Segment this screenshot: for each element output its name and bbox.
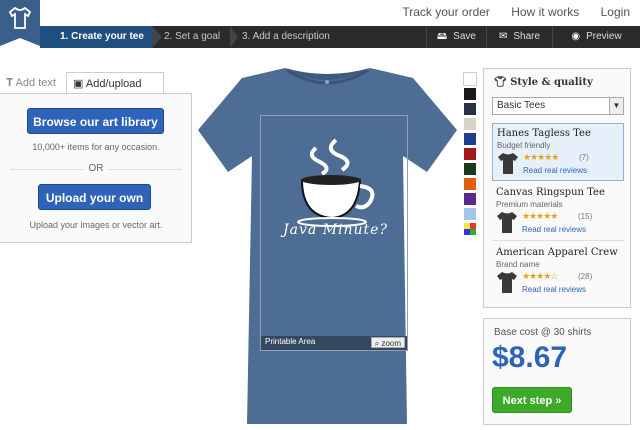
share-button[interactable]: ✉ Share — [486, 26, 552, 48]
step-description[interactable]: 3. Add a description — [230, 26, 330, 48]
top-nav: Track your order How it works Login — [0, 0, 640, 46]
read-reviews-link[interactable]: Read real reviews — [523, 166, 587, 175]
price: $8.67 — [492, 341, 568, 374]
logo[interactable] — [0, 0, 40, 46]
color-swatch[interactable] — [463, 132, 477, 146]
color-swatch[interactable] — [463, 102, 477, 116]
review-count: (15) — [578, 212, 593, 221]
rating-stars: ★★★★☆ — [522, 271, 558, 281]
review-count: (28) — [578, 272, 593, 281]
chevron-down-icon: ▼ — [609, 98, 623, 114]
tshirt-logo-icon — [8, 6, 32, 29]
zoom-button[interactable]: ⌕ zoom — [370, 337, 405, 348]
text-icon: 𝐓 — [6, 77, 14, 89]
printable-area-label: Printable Area — [265, 337, 316, 346]
mail-icon: ✉ — [498, 31, 508, 42]
tee-thumbnail-icon — [497, 212, 517, 233]
design-text[interactable]: Java Minute? — [268, 222, 403, 238]
browse-art-library-button[interactable]: Browse our art library — [27, 108, 164, 134]
base-cost-label: Base cost @ 30 shirts — [494, 327, 592, 338]
style-panel: 👕︎ Style & quality Basic Tees ▼ Hanes Ta… — [483, 68, 631, 308]
color-swatch[interactable] — [463, 72, 477, 86]
or-label: OR — [85, 163, 107, 174]
cost-panel: Base cost @ 30 shirts $8.67 Next step » — [483, 318, 631, 425]
rating-stars: ★★★★★ — [522, 211, 558, 221]
read-reviews-link[interactable]: Read real reviews — [522, 285, 586, 294]
product-hanes[interactable]: Hanes Tagless Tee Budget friendly ★★★★★ … — [492, 123, 624, 181]
how-it-works-link[interactable]: How it works — [511, 5, 579, 19]
library-note: 10,000+ items for any occasion. — [32, 142, 160, 152]
color-swatch[interactable] — [463, 117, 477, 131]
rating-stars: ★★★★★ — [523, 152, 559, 162]
color-swatches — [463, 72, 479, 237]
eye-icon: ◉ — [571, 31, 581, 42]
magnifier-icon: ⌕ — [374, 339, 380, 348]
style-select[interactable]: Basic Tees ▼ — [492, 97, 624, 115]
tee-thumbnail-icon — [497, 272, 517, 293]
review-count: (7) — [579, 153, 589, 162]
product-canvas[interactable]: Canvas Ringspun Tee Premium materials ★★… — [492, 183, 624, 241]
image-icon: ▣ — [73, 78, 84, 90]
product-american-apparel[interactable]: American Apparel Crew Brand name ★★★★☆ (… — [492, 243, 624, 301]
step-bar: 1. Create your tee 2. Set a goal 3. Add … — [40, 26, 640, 48]
tshirt-icon: 👕︎ — [494, 77, 507, 88]
color-swatch[interactable] — [463, 177, 477, 191]
login-link[interactable]: Login — [601, 5, 630, 19]
upload-own-button[interactable]: Upload your own — [38, 184, 151, 210]
coffee-cup-art[interactable] — [286, 136, 386, 236]
tee-thumbnail-icon — [498, 153, 518, 174]
read-reviews-link[interactable]: Read real reviews — [522, 225, 586, 234]
color-swatch[interactable] — [463, 192, 477, 206]
step-create[interactable]: 1. Create your tee — [40, 26, 162, 48]
color-swatch[interactable] — [463, 147, 477, 161]
next-step-button[interactable]: Next step » — [492, 387, 572, 413]
style-title: 👕︎ Style & quality — [494, 77, 593, 88]
color-swatch[interactable] — [463, 207, 477, 221]
tab-add-upload-art[interactable]: ▣ Add/upload art — [66, 72, 164, 112]
more-colors-icon[interactable] — [463, 222, 477, 236]
art-panel: Browse our art library 10,000+ items for… — [0, 93, 192, 243]
save-icon: 🖴 — [437, 31, 448, 42]
tab-add-text[interactable]: 𝐓 Add text — [0, 72, 64, 94]
color-swatch[interactable] — [463, 162, 477, 176]
step-goal[interactable]: 2. Set a goal — [151, 26, 220, 48]
track-order-link[interactable]: Track your order — [402, 5, 490, 19]
upload-note: Upload your images or vector art. — [29, 220, 163, 230]
printable-area-bar: Printable Area ⌕ zoom — [261, 336, 407, 350]
color-swatch[interactable] — [463, 87, 477, 101]
preview-button[interactable]: ◉ Preview — [552, 26, 640, 48]
save-button[interactable]: 🖴 Save — [426, 26, 486, 48]
